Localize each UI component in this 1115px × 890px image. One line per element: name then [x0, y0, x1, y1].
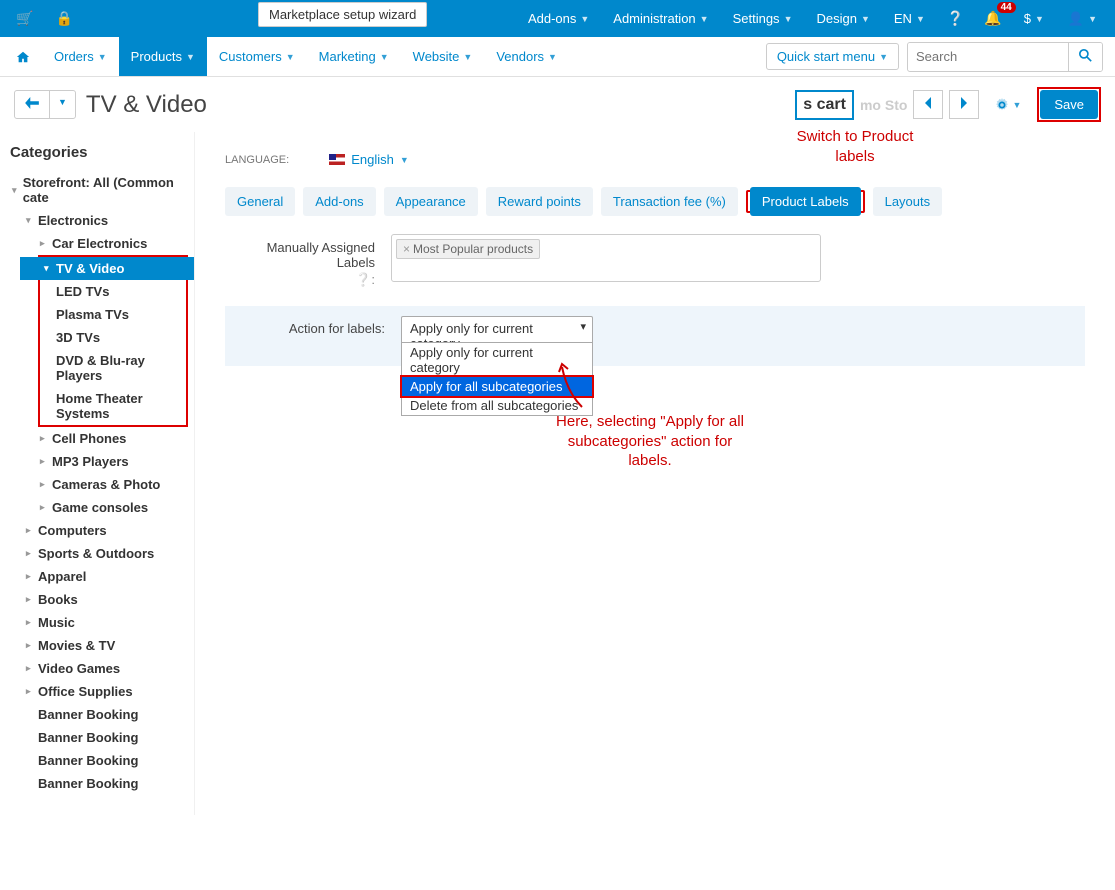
action-label: Action for labels: [235, 316, 385, 336]
nav-orders[interactable]: Orders▼ [42, 37, 119, 76]
tab-layouts[interactable]: Layouts [873, 187, 943, 216]
tab-addons[interactable]: Add-ons [303, 187, 375, 216]
tree-item[interactable]: ▸MP3 Players [38, 450, 186, 473]
search-input[interactable] [908, 43, 1068, 70]
tree-item[interactable]: ▸Music [24, 611, 186, 634]
tree-item[interactable]: Banner Booking [24, 772, 186, 795]
notification-icon[interactable]: 🔔44 [976, 4, 1009, 33]
nav-vendors[interactable]: Vendors▼ [484, 37, 569, 76]
content: LANGUAGE: English ▼ Switch to Product la… [195, 132, 1115, 815]
notification-badge: 44 [997, 2, 1016, 13]
tree-item[interactable]: ▸Cell Phones [38, 427, 186, 450]
cart-icon[interactable]: 🛒 [8, 4, 41, 33]
topbar: 🛒 🔒 Marketplace setup wizard Add-ons▼ Ad… [0, 0, 1115, 37]
tree-item[interactable]: ▸Apparel [24, 565, 186, 588]
cart-logo: s cart [795, 90, 854, 120]
chevron-left-icon [924, 97, 932, 109]
gear-icon [995, 98, 1009, 112]
main-nav: Orders▼ Products▼ Customers▼ Marketing▼ … [0, 37, 1115, 77]
demo-store-label: mo Sto [860, 97, 907, 113]
back-button-group: ▼ [14, 90, 76, 119]
tree-storefront[interactable]: ▾Storefront: All (Common cate [10, 171, 186, 209]
quick-start-menu[interactable]: Quick start menu▼ [766, 43, 899, 70]
tab-general[interactable]: General [225, 187, 295, 216]
next-button[interactable] [949, 90, 979, 119]
sidebar-title: Categories [10, 144, 186, 161]
page-header: ▼ TV & Video s cart mo Sto ▼ Save ↑ At t… [0, 77, 1115, 132]
back-dropdown[interactable]: ▼ [49, 91, 75, 118]
arrow-left-icon [25, 97, 39, 109]
tree-item[interactable]: ▸Game consoles [38, 496, 186, 519]
tab-product-labels[interactable]: Product Labels [750, 187, 861, 216]
tab-transaction-fee[interactable]: Transaction fee (%) [601, 187, 738, 216]
tree-tv-video[interactable]: ▾TV & Video [20, 257, 194, 280]
annotation-arrow-icon [557, 362, 587, 412]
tag-remove-icon[interactable]: × [403, 242, 410, 256]
tree-item[interactable]: Home Theater Systems [54, 387, 186, 425]
nav-marketing[interactable]: Marketing▼ [307, 37, 401, 76]
page-title: TV & Video [86, 91, 207, 119]
tree-electronics[interactable]: ▾Electronics [24, 209, 186, 232]
currency-menu[interactable]: $▼ [1014, 3, 1054, 34]
tree-item[interactable]: Banner Booking [24, 703, 186, 726]
user-menu[interactable]: 👤▼ [1058, 3, 1107, 35]
nav-products[interactable]: Products▼ [119, 37, 207, 76]
nav-customers[interactable]: Customers▼ [207, 37, 307, 76]
help-tooltip-icon[interactable]: ❔: [225, 272, 375, 288]
tree-item[interactable]: ▸Movies & TV [24, 634, 186, 657]
tree-item[interactable]: ▸Books [24, 588, 186, 611]
tree-item[interactable]: ▸Cameras & Photo [38, 473, 186, 496]
topnav-settings[interactable]: Settings▼ [723, 3, 803, 34]
tree-car-electronics[interactable]: ▸Car Electronics [38, 232, 186, 255]
help-icon[interactable]: ❔ [939, 4, 972, 33]
search-wrap [907, 42, 1103, 72]
label-tag[interactable]: ×Most Popular products [396, 239, 540, 259]
marketplace-wizard-button[interactable]: Marketplace setup wizard [258, 2, 427, 27]
nav-home[interactable] [4, 37, 42, 76]
tree-item[interactable]: Banner Booking [24, 726, 186, 749]
language-selector[interactable]: English ▼ [329, 152, 409, 167]
back-button[interactable] [15, 91, 49, 118]
tree-item[interactable]: 3D TVs [54, 326, 186, 349]
tree-item[interactable]: Plasma TVs [54, 303, 186, 326]
tree-item[interactable]: ▸Video Games [24, 657, 186, 680]
tree-item[interactable]: ▸Sports & Outdoors [24, 542, 186, 565]
tabs: General Add-ons Appearance Reward points… [225, 187, 1085, 216]
topnav-administration[interactable]: Administration▼ [603, 3, 718, 34]
save-button[interactable]: Save [1040, 90, 1098, 119]
tree-item[interactable]: DVD & Blu-ray Players [54, 349, 186, 387]
home-icon [16, 50, 30, 64]
sidebar: Categories ▾Storefront: All (Common cate… [0, 132, 195, 815]
topnav-design[interactable]: Design▼ [806, 3, 879, 34]
topnav-addons[interactable]: Add-ons▼ [518, 3, 599, 34]
annotation-dropdown: Here, selecting "Apply for all subcatego… [550, 412, 750, 471]
chevron-right-icon [960, 97, 968, 109]
prev-button[interactable] [913, 90, 943, 119]
tree-item[interactable]: ▸Office Supplies [24, 680, 186, 703]
tree-item[interactable]: LED TVs [54, 280, 186, 303]
tab-appearance[interactable]: Appearance [384, 187, 478, 216]
labels-input[interactable]: ×Most Popular products [391, 234, 821, 282]
tree-item[interactable]: ▸Computers [24, 519, 186, 542]
flag-us-icon [329, 154, 345, 165]
labels-field-label: Manually Assigned Labels [267, 240, 375, 270]
language-label: LANGUAGE: [225, 154, 289, 166]
tree-item[interactable]: Banner Booking [24, 749, 186, 772]
topnav-language[interactable]: EN▼ [884, 3, 935, 34]
tab-reward-points[interactable]: Reward points [486, 187, 593, 216]
search-button[interactable] [1068, 43, 1102, 71]
gear-menu[interactable]: ▼ [985, 92, 1031, 118]
nav-website[interactable]: Website▼ [401, 37, 485, 76]
lock-icon[interactable]: 🔒 [47, 4, 80, 33]
annotation-tabs: Switch to Product labels [775, 127, 935, 166]
search-icon [1079, 49, 1092, 62]
